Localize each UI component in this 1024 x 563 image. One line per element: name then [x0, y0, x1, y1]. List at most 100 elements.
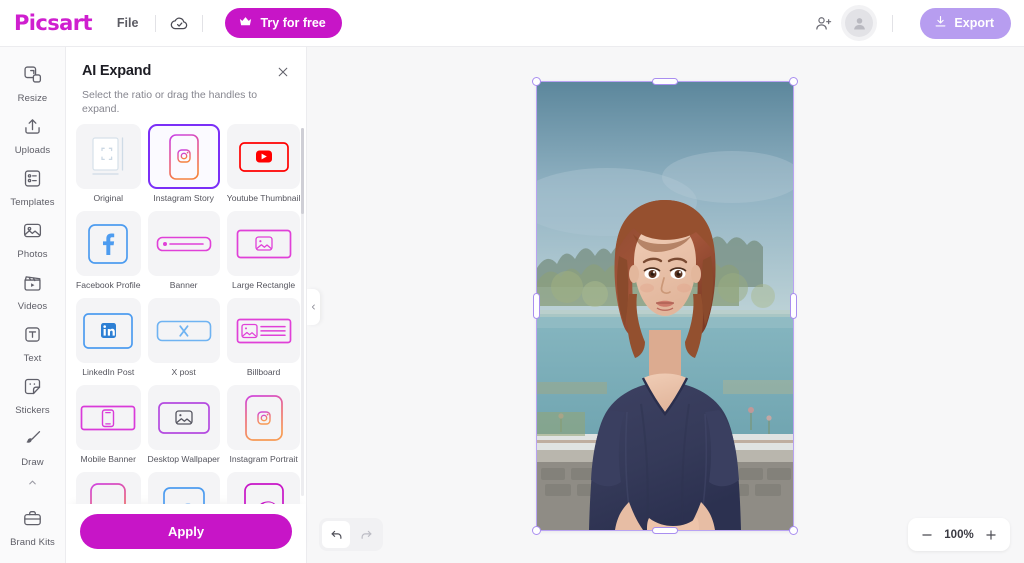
ratio-card-youtube-thumbnail[interactable]: Youtube Thumbnail: [226, 124, 301, 203]
page-title: AI Expand: [82, 63, 152, 79]
ratio-card-instagram-story[interactable]: Instagram Story: [147, 124, 220, 204]
ratio-card-instagram-extra[interactable]: [76, 472, 141, 504]
panel-footer: Apply: [66, 504, 306, 563]
sidebar-item-label: Stickers: [15, 405, 50, 416]
ratio-card-original[interactable]: Original: [76, 124, 141, 203]
ratio-thumb: [226, 211, 301, 277]
handle-top-center[interactable]: [652, 78, 678, 85]
sticker-icon: [22, 376, 43, 402]
file-menu[interactable]: File: [110, 11, 146, 35]
artboard-wrapper[interactable]: [532, 77, 798, 535]
sidebar-item-videos[interactable]: Videos: [2, 265, 64, 317]
try-for-free-button[interactable]: Try for free: [225, 8, 342, 38]
sidebar-item-uploads[interactable]: Uploads: [2, 109, 64, 161]
zoom-in-button[interactable]: [978, 522, 1004, 548]
artboard-image[interactable]: [537, 82, 793, 530]
ratio-label: Large Rectangle: [232, 280, 296, 291]
ratio-label: Original: [93, 193, 124, 204]
panel-subtitle: Select the ratio or drag the handles to …: [82, 89, 258, 116]
ai-expand-panel: AI Expand Select the ratio or drag the h…: [66, 47, 307, 563]
undo-button[interactable]: [322, 521, 350, 548]
sidebar-item-label: Videos: [17, 301, 48, 312]
ratio-thumb: [226, 472, 301, 504]
ratio-card-large-rectangle[interactable]: Large Rectangle: [226, 211, 301, 291]
ratio-label: Billboard: [246, 367, 281, 378]
sidebar-item-resize[interactable]: Resize: [2, 57, 64, 109]
ratio-label: Instagram Story: [153, 193, 214, 204]
ratio-thumb: [147, 124, 220, 190]
ratio-thumb: [226, 385, 301, 451]
history-controls: [319, 518, 383, 551]
handle-left-middle[interactable]: [533, 293, 540, 319]
upload-icon: [22, 116, 43, 142]
crown-icon: [238, 14, 253, 32]
user-avatar-icon[interactable]: [845, 9, 874, 37]
ratio-card-mobile-banner[interactable]: Mobile Banner: [76, 385, 141, 464]
divider: [892, 14, 894, 32]
apply-button[interactable]: Apply: [80, 514, 292, 549]
ratio-thumb: [76, 385, 141, 451]
sidebar-item-label: Text: [23, 353, 42, 364]
panel-header: AI Expand: [66, 47, 306, 79]
cloud-check-icon[interactable]: [166, 10, 192, 36]
sidebar-item-text[interactable]: Text: [2, 317, 64, 369]
ratio-card-billboard[interactable]: Billboard: [226, 298, 301, 378]
sidebar-item-draw[interactable]: Draw: [2, 421, 64, 473]
add-person-icon[interactable]: [810, 10, 836, 36]
ratio-label: Desktop Wallpaper: [147, 454, 220, 465]
sidebar-item-label: Uploads: [14, 145, 51, 156]
tool-rail: Resize Uploads Templates Photos Videos T…: [0, 47, 66, 563]
top-bar: Picsart File Try for free Export: [0, 0, 1024, 47]
sidebar-item-templates[interactable]: Templates: [2, 161, 64, 213]
resize-icon: [22, 64, 43, 90]
zoom-level-value: 100%: [944, 528, 974, 541]
ratio-thumb: [147, 211, 220, 277]
sidebar-item-label: Brand Kits: [10, 537, 55, 548]
close-icon[interactable]: [272, 61, 294, 83]
ratio-card-desktop-wallpaper[interactable]: Desktop Wallpaper: [147, 385, 220, 465]
picsart-logo[interactable]: Picsart: [14, 11, 93, 35]
brush-icon: [22, 428, 43, 454]
handle-bottom-right[interactable]: [789, 526, 798, 535]
video-clapper-icon: [22, 272, 43, 298]
handle-right-middle[interactable]: [790, 293, 797, 319]
templates-icon: [22, 168, 43, 194]
ratio-label: Mobile Banner: [80, 454, 136, 465]
sidebar-item-label: Templates: [10, 197, 55, 208]
ratio-card-banner[interactable]: Banner: [147, 211, 220, 291]
export-button[interactable]: Export: [920, 7, 1011, 39]
rail-collapse-button[interactable]: [0, 473, 65, 494]
redo-button[interactable]: [352, 521, 380, 548]
handle-top-right[interactable]: [789, 77, 798, 86]
handle-bottom-center[interactable]: [652, 527, 678, 534]
canvas-area[interactable]: 100%: [307, 47, 1024, 563]
sidebar-item-brand-kits[interactable]: Brand Kits: [2, 501, 64, 553]
ratio-card-facebook-extra[interactable]: [147, 472, 220, 504]
portrait-illustration: [537, 82, 793, 530]
zoom-out-button[interactable]: [914, 522, 940, 548]
sidebar-item-my-folders[interactable]: My Folders: [2, 553, 64, 563]
ratio-card-x-post[interactable]: X post: [147, 298, 220, 378]
sidebar-item-photos[interactable]: Photos: [2, 213, 64, 265]
ratio-label: Banner: [169, 280, 198, 291]
sidebar-item-label: Photos: [17, 249, 48, 260]
ratio-list-scroll[interactable]: Original Instagram Story Youtube Thumbna…: [66, 124, 306, 504]
try-for-free-label: Try for free: [260, 16, 326, 30]
ratio-thumb: [226, 298, 301, 364]
handle-top-left[interactable]: [532, 77, 541, 86]
ratio-card-facebook-profile[interactable]: Facebook Profile: [76, 211, 141, 290]
ratio-thumb: [147, 298, 220, 364]
panel-collapse-tab[interactable]: [307, 289, 320, 325]
panel-scrollbar-thumb[interactable]: [301, 128, 304, 215]
ratio-card-linkedin-post[interactable]: LinkedIn Post: [76, 298, 141, 377]
picsart-editor: Picsart File Try for free Export Resize …: [0, 0, 1024, 563]
ratio-label: X post: [171, 367, 196, 378]
sidebar-item-stickers[interactable]: Stickers: [2, 369, 64, 421]
ratio-card-pinterest-extra[interactable]: [226, 472, 301, 504]
ratio-thumb: [226, 124, 301, 190]
top-bar-right: Export: [810, 7, 1024, 39]
ratio-label: Facebook Profile: [76, 280, 141, 291]
divider: [202, 14, 204, 32]
ratio-card-instagram-portrait[interactable]: Instagram Portrait: [226, 385, 301, 464]
handle-bottom-left[interactable]: [532, 526, 541, 535]
